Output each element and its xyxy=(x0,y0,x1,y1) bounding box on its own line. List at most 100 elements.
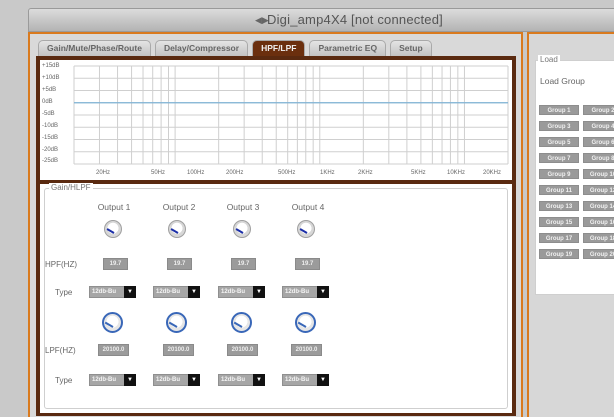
main-panel: Gain/Mute/Phase/Route Delay/Compressor H… xyxy=(28,32,523,417)
chevron-down-icon[interactable]: ▼ xyxy=(188,374,200,386)
y-axis-label: +15dB xyxy=(42,63,60,69)
tab-delay-compressor[interactable]: Delay/Compressor xyxy=(154,40,249,56)
lpf-value-output-1[interactable]: 20100.0 xyxy=(98,344,129,356)
hpf-knob-output-1[interactable] xyxy=(104,220,122,238)
hpf-type-select-output-4[interactable]: 12db-Bu ▼ xyxy=(282,286,329,298)
lpf-type-select-output-3[interactable]: 12db-Bu ▼ xyxy=(218,374,265,386)
x-axis-label: 10KHz xyxy=(447,170,466,176)
lpf-type-select-output-4[interactable]: 12db-Bu ▼ xyxy=(282,374,329,386)
x-axis-label: 100Hz xyxy=(187,170,205,176)
output-4-label: Output 4 xyxy=(291,202,325,212)
x-axis-label: 500Hz xyxy=(278,170,296,176)
group-button[interactable]: Group 17 xyxy=(539,233,579,243)
group-button[interactable]: Group 10 xyxy=(583,169,614,179)
hpf-type-select-output-3[interactable]: 12db-Bu ▼ xyxy=(218,286,265,298)
x-axis-label: 200Hz xyxy=(226,170,244,176)
hpf-knob-output-4[interactable] xyxy=(297,220,315,238)
tab-hpf-lpf[interactable]: HPF/LPF xyxy=(252,40,306,56)
graph-canvas xyxy=(73,65,509,165)
group-button[interactable]: Group 7 xyxy=(539,153,579,163)
group-button[interactable]: Group 1 xyxy=(539,105,579,115)
lpf-type-value: 12db-Bu xyxy=(156,377,180,383)
group-button[interactable]: Group 14 xyxy=(583,201,614,211)
x-axis-label: 20KHz xyxy=(483,170,502,176)
y-axis-label: 0dB xyxy=(42,99,53,105)
side-panel: V Load Load Group Group 1 Group 2 Group … xyxy=(527,32,614,417)
lpf-type-label: Type xyxy=(55,376,73,385)
y-axis-label: -5dB xyxy=(42,111,55,117)
tab-content: +15dB +10dB +5dB 0dB -5dB -10dB -15dB -2… xyxy=(36,56,516,416)
hpf-knob-output-3[interactable] xyxy=(233,220,251,238)
tab-setup[interactable]: Setup xyxy=(390,40,432,56)
y-axis-label: +10dB xyxy=(42,75,60,81)
lpf-label: LPF(HZ) xyxy=(45,346,76,355)
group-button[interactable]: Group 20 xyxy=(583,249,614,259)
lpf-knob-output-2[interactable] xyxy=(166,312,187,333)
hpf-type-value: 12db-Bu xyxy=(92,289,116,295)
chevron-down-icon[interactable]: ▼ xyxy=(253,286,265,298)
title-bar: ◀▶ Digi_amp4X4 [not connected] xyxy=(28,8,614,32)
lpf-type-select-output-2[interactable]: 12db-Bu ▼ xyxy=(153,374,200,386)
hpf-type-value: 12db-Bu xyxy=(221,289,245,295)
x-axis-label: 50Hz xyxy=(151,170,166,176)
group-button[interactable]: Group 15 xyxy=(539,217,579,227)
x-axis-label: 1KHz xyxy=(320,170,335,176)
chevron-down-icon[interactable]: ▼ xyxy=(317,286,329,298)
load-fieldset: Load Load Group Group 1 Group 2 Group 3 … xyxy=(535,55,614,295)
group-button[interactable]: Group 11 xyxy=(539,185,579,195)
group-button[interactable]: Group 16 xyxy=(583,217,614,227)
app-window: ◀▶ Digi_amp4X4 [not connected] Gain/Mute… xyxy=(0,0,614,417)
group-button[interactable]: Group 4 xyxy=(583,121,614,131)
lpf-knob-output-1[interactable] xyxy=(102,312,123,333)
lpf-type-value: 12db-Bu xyxy=(221,377,245,383)
hpf-value-output-4[interactable]: 19.7 xyxy=(295,258,320,270)
x-axis-label: 5KHz xyxy=(411,170,426,176)
chevron-down-icon[interactable]: ▼ xyxy=(124,286,136,298)
frequency-response-graph: +15dB +10dB +5dB 0dB -5dB -10dB -15dB -2… xyxy=(40,60,512,180)
lpf-value-output-2[interactable]: 20100.0 xyxy=(163,344,194,356)
group-button[interactable]: Group 3 xyxy=(539,121,579,131)
group-button[interactable]: Group 5 xyxy=(539,137,579,147)
group-button[interactable]: Group 13 xyxy=(539,201,579,211)
hpf-knob-output-2[interactable] xyxy=(168,220,186,238)
group-button[interactable]: Group 9 xyxy=(539,169,579,179)
chevron-down-icon[interactable]: ▼ xyxy=(317,374,329,386)
hpf-type-select-output-1[interactable]: 12db-Bu ▼ xyxy=(89,286,136,298)
y-axis-label: -10dB xyxy=(42,123,59,129)
chevron-down-icon[interactable]: ▼ xyxy=(188,286,200,298)
y-axis-label: -20dB xyxy=(42,147,59,153)
chevron-down-icon[interactable]: ▼ xyxy=(124,374,136,386)
group-button[interactable]: Group 19 xyxy=(539,249,579,259)
output-2-label: Output 2 xyxy=(162,202,196,212)
y-axis-label: +5dB xyxy=(42,87,57,93)
y-axis-label: -25dB xyxy=(42,158,59,164)
lpf-value-output-3[interactable]: 20100.0 xyxy=(227,344,258,356)
lpf-type-select-output-1[interactable]: 12db-Bu ▼ xyxy=(89,374,136,386)
y-axis-label: -15dB xyxy=(42,135,59,141)
hpf-type-label: Type xyxy=(55,288,73,297)
output-3-label: Output 3 xyxy=(226,202,260,212)
hpf-value-output-2[interactable]: 19.7 xyxy=(167,258,192,270)
group-button[interactable]: Group 2 xyxy=(583,105,614,115)
group-button[interactable]: Group 18 xyxy=(583,233,614,243)
lpf-type-value: 12db-Bu xyxy=(92,377,116,383)
tab-parametric-eq[interactable]: Parametric EQ xyxy=(309,40,387,56)
tab-bar: Gain/Mute/Phase/Route Delay/Compressor H… xyxy=(38,40,432,56)
lpf-knob-output-3[interactable] xyxy=(231,312,252,333)
lpf-type-value: 12db-Bu xyxy=(285,377,309,383)
tab-gain-mute-phase-route[interactable]: Gain/Mute/Phase/Route xyxy=(38,40,151,56)
window-title: Digi_amp4X4 [not connected] xyxy=(267,12,443,27)
output-1-label: Output 1 xyxy=(97,202,131,212)
group-button[interactable]: Group 8 xyxy=(583,153,614,163)
chevron-down-icon[interactable]: ▼ xyxy=(253,374,265,386)
gain-hlpf-panel: Gain/HLPF Output 1 Output 2 Output 3 Out… xyxy=(40,183,512,413)
lpf-knob-output-4[interactable] xyxy=(295,312,316,333)
load-legend: Load xyxy=(538,55,560,64)
hpf-value-output-1[interactable]: 19.7 xyxy=(103,258,128,270)
hpf-type-select-output-2[interactable]: 12db-Bu ▼ xyxy=(153,286,200,298)
group-button[interactable]: Group 12 xyxy=(583,185,614,195)
group-button[interactable]: Group 6 xyxy=(583,137,614,147)
lpf-value-output-4[interactable]: 20100.0 xyxy=(291,344,322,356)
hpf-value-output-3[interactable]: 19.7 xyxy=(231,258,256,270)
gain-hlpf-fieldset: Gain/HLPF Output 1 Output 2 Output 3 Out… xyxy=(44,183,508,409)
